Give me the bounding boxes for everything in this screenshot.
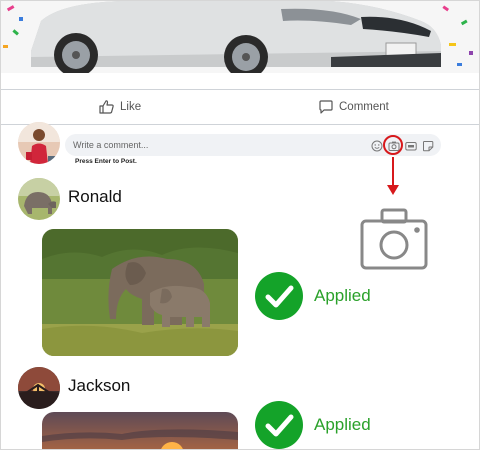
large-camera-icon (360, 208, 428, 270)
camera-highlight-circle (383, 135, 403, 155)
comment-label: Comment (339, 101, 389, 113)
commenter-name[interactable]: Ronald (68, 187, 122, 207)
comment-photo-sunset[interactable] (42, 412, 238, 449)
like-label: Like (120, 101, 142, 113)
sticker-icon[interactable] (422, 139, 434, 152)
thumbs-up-icon (99, 100, 114, 114)
speech-bubble-icon (319, 100, 333, 114)
applied-status: Applied (314, 286, 371, 305)
press-enter-hint: Press Enter to Post. (75, 158, 137, 165)
applied-status: Applied (314, 415, 371, 434)
like-button[interactable]: Like (99, 90, 141, 124)
commenter-avatar[interactable] (18, 178, 60, 220)
commenter-avatar[interactable] (18, 367, 60, 409)
comment-input[interactable] (73, 136, 353, 154)
emoji-icon[interactable] (371, 139, 383, 152)
current-user-avatar (18, 122, 60, 164)
comment-photo-elephants[interactable] (42, 229, 238, 356)
pointer-arrow (387, 157, 399, 195)
post-image-car (1, 1, 479, 77)
comment-button[interactable]: Comment (319, 90, 389, 124)
post-actions-bar: Like Comment (1, 89, 479, 125)
check-circle-icon (255, 272, 303, 320)
post-frame: Like Comment Write a comment... Press En… (0, 0, 480, 450)
commenter-name[interactable]: Jackson (68, 376, 130, 396)
gif-icon[interactable] (405, 139, 417, 151)
check-circle-icon (255, 401, 303, 449)
